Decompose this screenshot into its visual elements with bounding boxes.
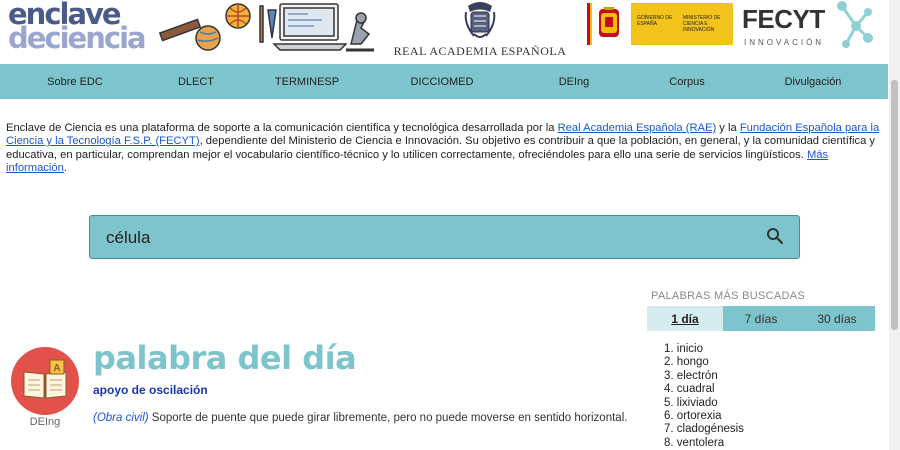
intro-paragraph: Enclave de Ciencia es una plataforma de … (6, 122, 880, 174)
main-nav: Sobre EDC DLECT TERMINESP DICCIOMED DEIn… (0, 64, 888, 99)
search-icon[interactable] (765, 226, 785, 246)
search-input[interactable] (106, 224, 746, 252)
fecyt-subtitle: INNOVACIÓN (744, 38, 825, 47)
most-searched-list: 1. inicio 2. hongo 3. electrón 4. cuadra… (664, 343, 744, 450)
svg-text:A: A (53, 363, 60, 374)
list-item[interactable]: 5. lixiviado (664, 397, 744, 410)
book-icon: A (11, 347, 79, 415)
nav-item-diccomed[interactable]: DICCIOMED (372, 76, 512, 88)
rae-logo[interactable]: REAL ACADEMIA ESPAÑOLA (390, 0, 570, 62)
word-of-day-title: palabra del día (93, 339, 357, 377)
most-searched-tabs: 1 día 7 días 30 días (647, 306, 875, 331)
tab-1-dia[interactable]: 1 día (647, 306, 723, 331)
gobierno-label: GOBIERNO DE ESPAÑA (637, 15, 673, 27)
word-of-day-source: DEIng (29, 416, 61, 428)
list-item[interactable]: 8. ventolera (664, 437, 744, 450)
fecyt-molecule-icon (837, 1, 873, 48)
nav-item-sobre-edc[interactable]: Sobre EDC (0, 76, 150, 88)
list-item[interactable]: 6. ortorexia (664, 410, 744, 423)
search-box (89, 215, 800, 259)
word-of-day-definition: (Obra civil) Soporte de puente que puede… (93, 412, 628, 424)
rae-link[interactable]: Real Academia Española (RAE) (558, 122, 717, 134)
list-item[interactable]: 7. cladogénesis (664, 423, 744, 436)
list-item[interactable]: 4. cuadral (664, 383, 744, 396)
nav-item-dlect[interactable]: DLECT (150, 76, 242, 88)
nav-item-divulgacion[interactable]: Divulgación (738, 76, 888, 88)
fecyt-logo[interactable]: FECYT INNOVACIÓN (742, 0, 888, 60)
site-header: enclave deciencia REAL ACADEMIA ESPAÑOLA… (0, 0, 888, 64)
science-illustration (158, 3, 374, 52)
nav-item-corpus[interactable]: Corpus (636, 76, 738, 88)
scrollbar-thumb[interactable] (891, 80, 898, 330)
list-item[interactable]: 3. electrón (664, 370, 744, 383)
rae-label: REAL ACADEMIA ESPAÑOLA (393, 44, 567, 58)
definition-field: (Obra civil) (93, 412, 149, 424)
nav-item-terminesp[interactable]: TERMINESP (242, 76, 372, 88)
ministerio-label: MINISTERIO DE CIENCIA E INNOVACIÓN (683, 15, 721, 33)
nav-item-deing[interactable]: DEIng (512, 76, 636, 88)
gobierno-de-espana-logo[interactable]: GOBIERNO DE ESPAÑA MINISTERIO DE CIENCIA… (587, 3, 733, 45)
tab-7-dias[interactable]: 7 días (723, 306, 799, 331)
list-item[interactable]: 2. hongo (664, 356, 744, 369)
list-item[interactable]: 1. inicio (664, 343, 744, 356)
most-searched-title: PALABRAS MÁS BUSCADAS (651, 290, 806, 302)
enclave-de-ciencia-logo[interactable]: enclave deciencia (8, 0, 153, 53)
tab-30-dias[interactable]: 30 días (799, 306, 875, 331)
rae-crest-icon (464, 2, 496, 38)
word-of-day-term[interactable]: apoyo de oscilación (93, 383, 208, 397)
spain-coat-of-arms-icon (587, 3, 631, 45)
fecyt-name: FECYT (742, 4, 825, 34)
